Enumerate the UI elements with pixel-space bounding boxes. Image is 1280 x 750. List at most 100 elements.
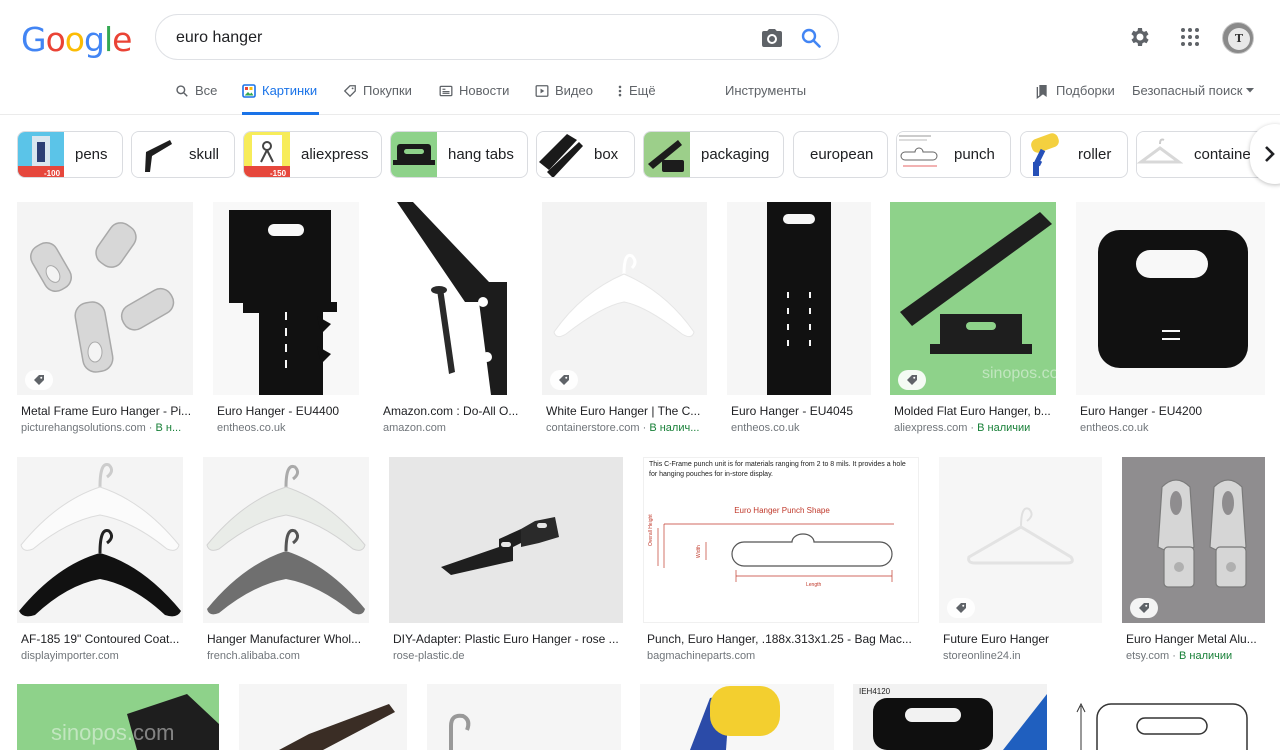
result-thumbnail[interactable] — [379, 202, 523, 395]
tools-button[interactable]: Инструменты — [725, 83, 806, 98]
image-result[interactable]: White Euro Hanger | The C... containerst… — [542, 202, 707, 442]
result-source: rose-plastic.de — [393, 650, 465, 662]
result-thumbnail[interactable] — [727, 202, 871, 395]
chip-pens[interactable]: -100 pens — [17, 131, 123, 178]
result-thumbnail[interactable] — [640, 684, 834, 750]
image-result[interactable]: Amazon.com : Do-All O... amazon.com — [379, 202, 523, 442]
result-title[interactable]: Euro Hanger Metal Alu... — [1126, 632, 1265, 646]
chip-hang-tabs[interactable]: hang tabs — [390, 131, 528, 178]
result-thumbnail[interactable]: This C-Frame punch unit is for materials… — [643, 457, 919, 623]
google-logo[interactable]: Google — [21, 20, 132, 59]
result-source: entheos.co.uk — [217, 422, 286, 434]
avatar[interactable]: T — [1222, 22, 1254, 54]
image-result[interactable]: AF-185 19" Contoured Coat... displayimpo… — [17, 457, 183, 667]
image-result[interactable]: sinopos.com — [17, 684, 219, 750]
result-thumbnail[interactable] — [389, 457, 623, 623]
search-icon — [176, 85, 188, 97]
chip-roller[interactable]: roller — [1020, 131, 1128, 178]
result-source: entheos.co.uk — [731, 422, 800, 434]
result-thumbnail[interactable] — [1076, 202, 1265, 395]
image-result[interactable]: Euro Hanger Metal Alu... etsy.com · В на… — [1122, 457, 1265, 667]
tab-video[interactable]: Видео — [535, 83, 593, 115]
image-result[interactable]: This C-Frame punch unit is for materials… — [643, 457, 919, 667]
result-thumbnail[interactable] — [427, 684, 621, 750]
result-source: amazon.com — [383, 422, 446, 434]
image-result[interactable]: Euro Hanger - EU4045 entheos.co.uk — [727, 202, 871, 442]
tab-news[interactable]: Новости — [439, 83, 509, 115]
result-title[interactable]: Amazon.com : Do-All O... — [383, 404, 523, 418]
in-stock-label: В налич... — [649, 422, 700, 434]
result-title[interactable]: Molded Flat Euro Hanger, b... — [894, 404, 1056, 418]
result-thumbnail[interactable] — [203, 457, 369, 623]
search-icon[interactable] — [799, 26, 823, 50]
chip-thumbnail — [537, 132, 583, 177]
result-title[interactable]: Future Euro Hanger — [943, 632, 1102, 646]
result-thumbnail[interactable]: IEH4120 — [853, 684, 1047, 750]
chip-aliexpress[interactable]: -150 aliexpress — [243, 131, 382, 178]
chip-thumbnail — [644, 132, 690, 177]
chip-european[interactable]: european — [793, 131, 888, 178]
image-result[interactable]: Future Euro Hanger storeonline24.in — [939, 457, 1102, 667]
result-title[interactable]: White Euro Hanger | The C... — [546, 404, 707, 418]
chip-box[interactable]: box — [536, 131, 635, 178]
image-result[interactable]: IEH4120 — [853, 684, 1047, 750]
logo-letter: g — [83, 20, 105, 59]
safe-search-dropdown[interactable]: Безопасный поиск — [1132, 83, 1255, 98]
image-result[interactable]: Euro Hanger - EU4200 entheos.co.uk — [1076, 202, 1265, 442]
tab-images[interactable]: Картинки — [242, 83, 320, 115]
tab-all-label: Все — [195, 83, 218, 98]
image-result[interactable] — [427, 684, 621, 750]
image-result[interactable]: DIY-Adapter: Plastic Euro Hanger - rose … — [389, 457, 623, 667]
news-icon — [439, 85, 453, 97]
result-title[interactable]: Metal Frame Euro Hanger - Pi... — [21, 404, 193, 418]
shopping-tag-icon — [550, 370, 578, 390]
result-source: containerstore.com · В налич... — [546, 422, 707, 434]
gear-icon[interactable] — [1128, 25, 1152, 49]
shopping-tag-icon — [947, 598, 975, 618]
chip-thumbnail — [1021, 132, 1067, 177]
tab-all[interactable]: Все — [175, 83, 217, 115]
result-thumbnail[interactable]: sinopos.com — [17, 684, 219, 750]
play-icon — [535, 85, 549, 97]
result-title[interactable]: Euro Hanger - EU4200 — [1080, 404, 1265, 418]
result-title[interactable]: Hanger Manufacturer Whol... — [207, 632, 369, 646]
result-title[interactable]: Euro Hanger - EU4045 — [731, 404, 871, 418]
result-title[interactable]: AF-185 19" Contoured Coat... — [21, 632, 183, 646]
logo-letter: o — [64, 20, 85, 59]
search-tabs: Все Картинки Покупки Новости Видео Ещё И… — [0, 74, 1280, 115]
punch-overall-height: Overall Height — [648, 514, 654, 546]
collections-link[interactable]: Подборки — [1034, 83, 1115, 99]
image-result[interactable]: Euro Hanger - EU4400 entheos.co.uk — [213, 202, 359, 442]
result-thumbnail[interactable] — [239, 684, 407, 750]
image-result[interactable]: Hanger Manufacturer Whol... french.aliba… — [203, 457, 369, 667]
image-result[interactable] — [1067, 684, 1265, 750]
result-thumbnail[interactable] — [542, 202, 707, 395]
tab-shopping[interactable]: Покупки — [343, 83, 412, 115]
result-title[interactable]: DIY-Adapter: Plastic Euro Hanger - rose … — [393, 632, 623, 646]
image-result[interactable] — [239, 684, 407, 750]
result-title[interactable]: Euro Hanger - EU4400 — [217, 404, 359, 418]
result-thumbnail[interactable] — [17, 457, 183, 623]
result-thumbnail[interactable] — [213, 202, 359, 395]
tab-shopping-label: Покупки — [363, 83, 412, 98]
apps-grid-icon[interactable] — [1178, 25, 1202, 49]
chip-label: roller — [1078, 146, 1112, 163]
chip-label: hang tabs — [448, 146, 514, 163]
chip-packaging[interactable]: packaging — [643, 131, 784, 178]
logo-letter: l — [103, 20, 113, 59]
camera-icon[interactable] — [760, 26, 784, 50]
result-thumbnail[interactable]: sinopos.com — [890, 202, 1056, 395]
chip-punch[interactable]: punch — [896, 131, 1011, 178]
chip-thumbnail — [1137, 132, 1183, 177]
result-title[interactable]: Punch, Euro Hanger, .188x.313x1.25 - Bag… — [647, 632, 919, 646]
result-source: aliexpress.com · В наличии — [894, 422, 1056, 434]
chip-badge: -150 — [270, 169, 287, 177]
chip-skull[interactable]: skull — [131, 131, 235, 178]
result-thumbnail[interactable] — [1067, 684, 1265, 750]
image-result[interactable]: Metal Frame Euro Hanger - Pi... pictureh… — [17, 202, 193, 442]
image-result[interactable]: sinopos.com Molded Flat Euro Hanger, b..… — [890, 202, 1056, 442]
search-input[interactable] — [176, 27, 736, 49]
tab-more[interactable]: Ещё — [615, 83, 656, 115]
result-thumbnail[interactable] — [17, 202, 193, 395]
image-result[interactable] — [640, 684, 834, 750]
